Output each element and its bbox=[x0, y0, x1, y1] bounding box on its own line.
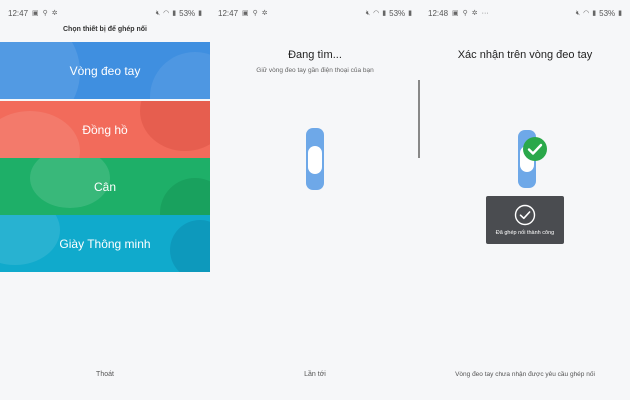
signal-icon: ▮ bbox=[382, 9, 387, 17]
battery-percent: 53% bbox=[389, 8, 406, 18]
mute-icon: 🔇︎ bbox=[575, 9, 581, 17]
wifi-icon: ◠ bbox=[163, 9, 170, 17]
mute-icon: 🔇︎ bbox=[155, 9, 161, 17]
wifi-icon: ◠ bbox=[373, 9, 380, 17]
usb-icon: ⚲ bbox=[462, 9, 468, 17]
check-badge-icon bbox=[523, 137, 547, 161]
signal-icon: ▮ bbox=[592, 9, 597, 17]
page-subtitle: Giữ vòng đeo tay gần điện thoại của bạn bbox=[256, 67, 374, 74]
exit-button[interactable]: Thoát bbox=[0, 371, 210, 378]
status-time: 12:47 bbox=[218, 8, 239, 18]
signal-icon: ▮ bbox=[172, 9, 177, 17]
page-title: Đang tìm... bbox=[288, 49, 342, 61]
check-circle-icon bbox=[514, 204, 536, 226]
battery-icon: ▮ bbox=[408, 9, 412, 17]
status-bar: 12:47 ▣ ⚲ ✲ 🔇︎ ◠ ▮ 53% ▮ bbox=[210, 0, 420, 26]
not-received-link[interactable]: Vòng đeo tay chưa nhận được yêu cầu ghép… bbox=[420, 371, 630, 378]
success-toast: Đã ghép nối thành công bbox=[486, 196, 564, 244]
device-label: Cân bbox=[93, 179, 116, 194]
more-icon: ··· bbox=[481, 9, 489, 17]
screen-confirm: 12:48 ▣ ⚲ ✲ ··· 🔇︎ ◠ ▮ 53% ▮ Xác nhận tr… bbox=[420, 0, 630, 400]
settings-icon: ✲ bbox=[261, 9, 268, 17]
battery-percent: 53% bbox=[599, 8, 616, 18]
wifi-icon: ◠ bbox=[583, 9, 590, 17]
card-decoration bbox=[160, 178, 210, 215]
screen-choose-device: 12:47 ▣ ⚲ ✲ 🔇︎ ◠ ▮ 53% ▮ Chọn thiết bị đ… bbox=[0, 0, 210, 400]
screen-searching: 12:47 ▣ ⚲ ✲ 🔇︎ ◠ ▮ 53% ▮ Đang tìm... Giữ… bbox=[210, 0, 420, 400]
mute-icon: 🔇︎ bbox=[365, 9, 371, 17]
status-time: 12:48 bbox=[428, 8, 449, 18]
card-decoration bbox=[0, 111, 80, 158]
device-card-shoe[interactable]: Giày Thông minh bbox=[0, 215, 210, 272]
card-decoration bbox=[150, 52, 210, 99]
device-card-watch[interactable]: Đồng hồ bbox=[0, 101, 210, 158]
device-label: Đồng hồ bbox=[82, 122, 128, 137]
image-icon: ▣ bbox=[242, 9, 249, 17]
device-label: Giày Thông minh bbox=[59, 236, 151, 251]
card-decoration bbox=[0, 42, 80, 99]
later-button[interactable]: Lần tới bbox=[210, 371, 420, 378]
settings-icon: ✲ bbox=[51, 9, 58, 17]
device-card-scale[interactable]: Cân bbox=[0, 158, 210, 215]
status-time: 12:47 bbox=[8, 8, 29, 18]
card-decoration bbox=[140, 101, 210, 151]
battery-icon: ▮ bbox=[618, 9, 622, 17]
settings-icon: ✲ bbox=[471, 9, 478, 17]
device-card-band[interactable]: Vòng đeo tay bbox=[0, 42, 210, 99]
band-icon bbox=[306, 128, 324, 190]
card-decoration bbox=[0, 215, 60, 265]
card-decoration bbox=[170, 220, 210, 272]
battery-icon: ▮ bbox=[198, 9, 202, 17]
image-icon: ▣ bbox=[452, 9, 459, 17]
toast-message: Đã ghép nối thành công bbox=[495, 230, 555, 236]
page-title: Chọn thiết bị để ghép nối bbox=[63, 26, 147, 33]
image-icon: ▣ bbox=[32, 9, 39, 17]
battery-percent: 53% bbox=[179, 8, 196, 18]
page-title: Xác nhận trên vòng đeo tay bbox=[457, 49, 593, 61]
status-bar: 12:48 ▣ ⚲ ✲ ··· 🔇︎ ◠ ▮ 53% ▮ bbox=[420, 0, 630, 26]
status-bar: 12:47 ▣ ⚲ ✲ 🔇︎ ◠ ▮ 53% ▮ bbox=[0, 0, 210, 26]
usb-icon: ⚲ bbox=[42, 9, 48, 17]
device-label: Vòng đeo tay bbox=[69, 63, 141, 78]
usb-icon: ⚲ bbox=[252, 9, 258, 17]
